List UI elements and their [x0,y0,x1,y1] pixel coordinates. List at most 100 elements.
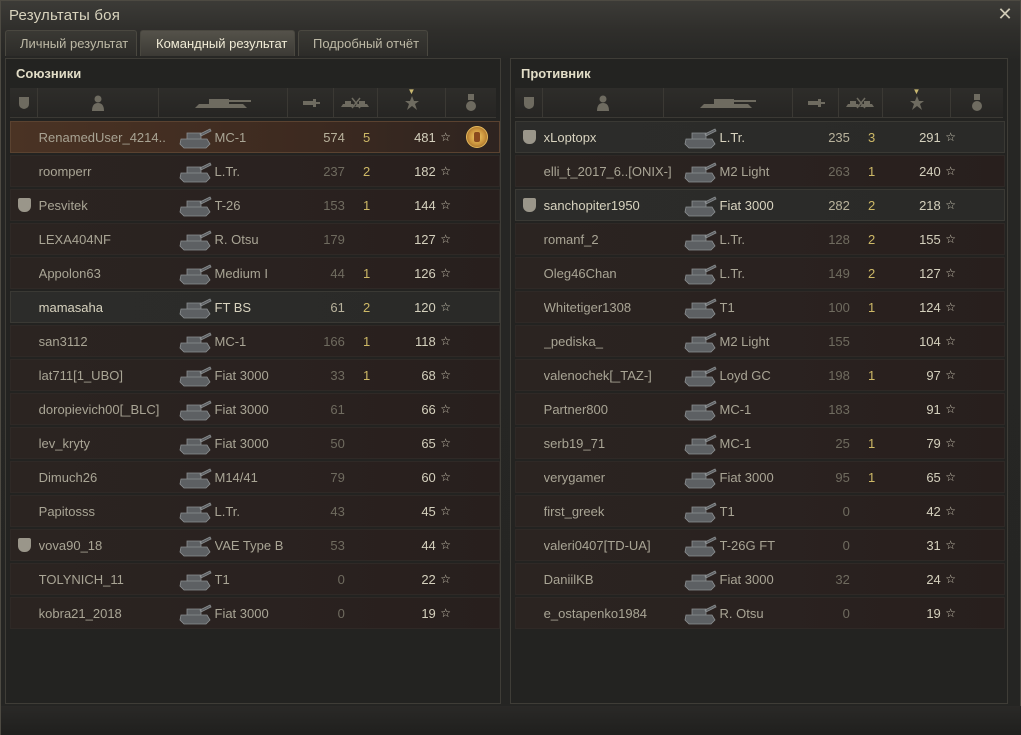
player-row[interactable]: Appolon63 Medium I 44 1 126 ☆ [10,257,500,289]
kills-value: 1 [868,435,876,451]
player-name[interactable]: valenochek[_TAZ-] [544,368,680,383]
tab-detailed-report[interactable]: Подробный отчёт [298,30,428,56]
player-name[interactable]: lat711[1_UBO] [39,368,175,383]
squad-column-header[interactable] [10,88,38,118]
player-name[interactable]: Oleg46Chan [544,266,680,281]
tank-icon [684,570,717,591]
player-name[interactable]: RenamedUser_4214.. [39,130,175,145]
medals-column-header[interactable] [446,88,496,118]
player-row[interactable]: doropievich00[_BLC] Fiat 3000 61 66 ☆ [10,393,500,425]
player-row[interactable]: TOLYNICH_11 T1 0 22 ☆ [10,563,500,595]
player-name[interactable]: Partner800 [544,402,680,417]
player-row[interactable]: vova90_18 VAE Type B 53 44 ☆ [10,529,500,561]
player-name[interactable]: DaniilKB [544,572,680,587]
player-row[interactable]: Oleg46Chan L.Tr. 149 2 127 ☆ [515,257,1005,289]
player-name[interactable]: roomperr [39,164,175,179]
player-row[interactable]: verygamer Fiat 3000 95 1 65 ☆ [515,461,1005,493]
tank-icon [179,468,212,489]
player-column-header[interactable] [38,88,159,118]
player-name[interactable]: mamasaha [39,300,175,315]
player-row[interactable]: Whitetiger1308 T1 100 1 124 ☆ [515,291,1005,323]
player-name[interactable]: Appolon63 [39,266,175,281]
player-row[interactable]: DaniilKB Fiat 3000 32 24 ☆ [515,563,1005,595]
player-row[interactable]: _pediska_ M2 Light 155 104 ☆ [515,325,1005,357]
player-name[interactable]: sanchopiter1950 [544,198,680,213]
player-row[interactable]: serb19_71 МС-1 25 1 79 ☆ [515,427,1005,459]
player-row[interactable]: Dimuch26 M14/41 79 60 ☆ [10,461,500,493]
medal-icon[interactable] [466,126,489,148]
player-name[interactable]: romanf_2 [544,232,680,247]
player-name[interactable]: Papitosss [39,504,175,519]
player-name[interactable]: vova90_18 [39,538,175,553]
battle-results-window: Результаты боя ✕ Личный результат Команд… [0,0,1021,735]
tab-personal-result[interactable]: Личный результат [5,30,137,56]
player-name[interactable]: xLoptopx [544,130,680,145]
player-row[interactable]: kobra21_2018 Fiat 3000 0 19 ☆ [10,597,500,629]
vehicle-name: L.Tr. [719,231,746,247]
player-row[interactable]: lat711[1_UBO] Fiat 3000 33 1 68 ☆ [10,359,500,391]
vehicle-column-header[interactable] [664,88,793,118]
player-column-header[interactable] [543,88,664,118]
star-icon: ☆ [945,130,957,144]
damage-column-header[interactable] [793,88,839,118]
player-name[interactable]: elli_t_2017_6..[ONIX-] [544,164,680,179]
player-name[interactable]: e_ostapenko1984 [544,606,680,621]
experience-column-header[interactable]: ▼ [883,88,951,118]
player-row[interactable]: first_greek T1 0 42 ☆ [515,495,1005,527]
player-name[interactable]: san3112 [39,334,175,349]
player-name[interactable]: lev_kryty [39,436,175,451]
player-row[interactable]: san3112 МС-1 166 1 118 ☆ [10,325,500,357]
player-row[interactable]: RenamedUser_4214.. МС-1 574 5 481 ☆ [10,121,500,153]
player-row[interactable]: Partner800 МС-1 183 91 ☆ [515,393,1005,425]
star-icon: ☆ [945,436,957,450]
player-row[interactable]: xLoptopx L.Tr. 235 3 291 ☆ [515,121,1005,153]
vehicle-image [175,461,215,493]
player-row[interactable]: valenochek[_TAZ-] Loyd GC 198 1 97 ☆ [515,359,1005,391]
damage-value: 95 [835,469,850,485]
player-row[interactable]: romanf_2 L.Tr. 128 2 155 ☆ [515,223,1005,255]
medals-column-header[interactable] [951,88,1003,118]
player-name[interactable]: _pediska_ [544,334,680,349]
vehicle-column-header[interactable] [159,88,288,118]
player-name[interactable]: verygamer [544,470,680,485]
kills-column-header[interactable] [334,88,378,118]
kills-column-header[interactable] [839,88,883,118]
player-row[interactable]: valeri0407[TD-UA] T-26G FT 0 31 ☆ [515,529,1005,561]
sort-caret-icon: ▼ [912,87,921,96]
player-name[interactable]: LEXA404NF [39,232,175,247]
player-row[interactable]: e_ostapenko1984 R. Otsu 0 19 ☆ [515,597,1005,629]
vehicle-image [680,325,720,357]
player-name[interactable]: serb19_71 [544,436,680,451]
squad-column-header[interactable] [515,88,543,118]
player-name[interactable]: Whitetiger1308 [544,300,680,315]
vehicle-name: МС-1 [719,435,752,451]
tank-icon [684,434,717,455]
experience-column-header[interactable]: ▼ [378,88,446,118]
player-name[interactable]: kobra21_2018 [39,606,175,621]
vehicle-name: T1 [719,299,735,315]
player-row[interactable]: roomperr L.Tr. 237 2 182 ☆ [10,155,500,187]
player-name[interactable]: valeri0407[TD-UA] [544,538,680,553]
player-name[interactable]: Pesvitek [39,198,175,213]
close-icon[interactable]: ✕ [996,5,1014,23]
kills-value: 1 [363,265,371,281]
player-row[interactable]: LEXA404NF R. Otsu 179 127 ☆ [10,223,500,255]
player-row[interactable]: elli_t_2017_6..[ONIX-] M2 Light 263 1 240 ☆ [515,155,1005,187]
tab-team-result[interactable]: Командный результат [140,30,295,56]
star-icon: ☆ [440,470,452,484]
player-name[interactable]: TOLYNICH_11 [39,572,175,587]
player-row[interactable]: mamasaha FT BS 61 2 120 ☆ [10,291,500,323]
vehicle-name: VAE Type B [214,537,284,553]
damage-value: 0 [842,537,850,553]
vehicle-name: Fiat 3000 [719,571,774,587]
player-name[interactable]: first_greek [544,504,680,519]
player-name[interactable]: Dimuch26 [39,470,175,485]
destroyed-tanks-icon [340,97,369,109]
player-row[interactable]: Papitosss L.Tr. 43 45 ☆ [10,495,500,527]
player-row[interactable]: Pesvitek T-26 153 1 144 ☆ [10,189,500,221]
damage-column-header[interactable] [288,88,334,118]
player-row[interactable]: sanchopiter1950 Fiat 3000 282 2 218 ☆ [515,189,1005,221]
player-name[interactable]: doropievich00[_BLC] [39,402,175,417]
player-row[interactable]: lev_kryty Fiat 3000 50 65 ☆ [10,427,500,459]
vehicle-name: L.Tr. [719,129,746,145]
